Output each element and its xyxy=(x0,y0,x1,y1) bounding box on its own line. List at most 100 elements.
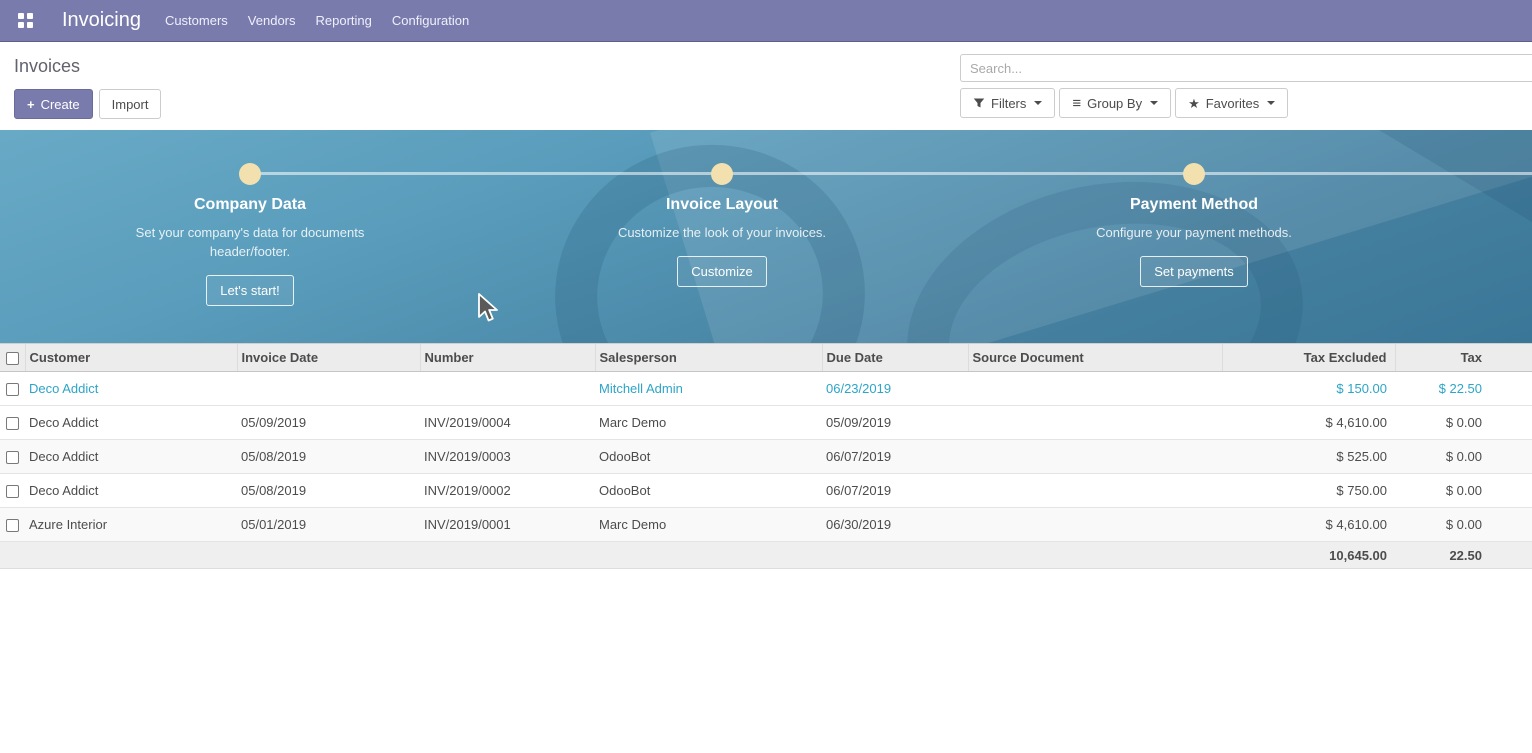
favorites-button-label: Favorites xyxy=(1206,97,1259,110)
cell-invoice-date: 05/01/2019 xyxy=(237,508,420,542)
onboarding-banner: Company Data Set your company's data for… xyxy=(0,130,1532,343)
create-button-label: Create xyxy=(41,98,80,111)
column-header-invoice-date[interactable]: Invoice Date xyxy=(237,344,420,372)
column-header-salesperson[interactable]: Salesperson xyxy=(595,344,822,372)
cell-customer: Deco Addict xyxy=(25,440,237,474)
app-title[interactable]: Invoicing xyxy=(62,9,141,32)
cell-invoice-date xyxy=(237,372,420,406)
table-row[interactable]: Deco Addict 05/08/2019 INV/2019/0003 Odo… xyxy=(0,440,1532,474)
step-title: Invoice Layout xyxy=(562,196,882,214)
top-navbar: Invoicing Customers Vendors Reporting Co… xyxy=(0,0,1532,42)
cell-source-document xyxy=(968,372,1222,406)
cell-salesperson: Mitchell Admin xyxy=(595,372,822,406)
row-checkbox[interactable] xyxy=(6,485,19,498)
create-button[interactable]: + Create xyxy=(14,89,93,119)
cell-due-date: 06/07/2019 xyxy=(822,474,968,508)
column-header-number[interactable]: Number xyxy=(420,344,595,372)
table-row[interactable]: Deco Addict 05/09/2019 INV/2019/0004 Mar… xyxy=(0,406,1532,440)
cell-due-date: 06/30/2019 xyxy=(822,508,968,542)
breadcrumb: Invoices xyxy=(14,56,161,77)
cell-customer: Deco Addict xyxy=(25,372,237,406)
table-header-row: Customer Invoice Date Number Salesperson… xyxy=(0,344,1532,372)
column-header-tax-excluded[interactable]: Tax Excluded xyxy=(1222,344,1395,372)
totals-row: 10,645.00 22.50 xyxy=(0,542,1532,569)
menu-configuration[interactable]: Configuration xyxy=(382,1,479,40)
cell-tax: $ 0.00 xyxy=(1395,406,1532,440)
cell-customer: Deco Addict xyxy=(25,406,237,440)
column-header-customer[interactable]: Customer xyxy=(25,344,237,372)
customize-button[interactable]: Customize xyxy=(677,256,766,287)
cell-tax-excluded: $ 525.00 xyxy=(1222,440,1395,474)
set-payments-button[interactable]: Set payments xyxy=(1140,256,1248,287)
filters-button-label: Filters xyxy=(991,97,1026,110)
onboarding-step-company-data: Company Data Set your company's data for… xyxy=(90,130,410,306)
menu-vendors[interactable]: Vendors xyxy=(238,1,306,40)
cell-tax-excluded: $ 4,610.00 xyxy=(1222,406,1395,440)
plus-icon: + xyxy=(27,98,35,111)
filters-button[interactable]: Filters xyxy=(960,88,1055,118)
group-by-button[interactable]: ≡ Group By xyxy=(1059,88,1171,118)
cell-tax: $ 0.00 xyxy=(1395,440,1532,474)
row-checkbox[interactable] xyxy=(6,451,19,464)
cell-customer: Deco Addict xyxy=(25,474,237,508)
group-by-button-label: Group By xyxy=(1087,97,1142,110)
onboarding-step-payment-method: Payment Method Configure your payment me… xyxy=(1034,130,1354,287)
cell-number: INV/2019/0001 xyxy=(420,508,595,542)
cell-customer: Azure Interior xyxy=(25,508,237,542)
invoice-list-table: Customer Invoice Date Number Salesperson… xyxy=(0,343,1532,569)
select-all-checkbox[interactable] xyxy=(6,352,19,365)
cell-due-date: 05/09/2019 xyxy=(822,406,968,440)
favorites-button[interactable]: ★ Favorites xyxy=(1175,88,1288,118)
step-title: Payment Method xyxy=(1034,196,1354,214)
total-tax-excluded: 10,645.00 xyxy=(1222,542,1395,569)
grid-icon xyxy=(18,13,33,28)
cell-tax: $ 22.50 xyxy=(1395,372,1532,406)
cell-salesperson: OdooBot xyxy=(595,440,822,474)
cell-source-document xyxy=(968,406,1222,440)
search-input[interactable] xyxy=(960,54,1532,82)
filter-icon xyxy=(973,97,985,109)
cell-tax-excluded: $ 750.00 xyxy=(1222,474,1395,508)
row-checkbox[interactable] xyxy=(6,519,19,532)
caret-down-icon xyxy=(1267,101,1275,105)
column-header-source-document[interactable]: Source Document xyxy=(968,344,1222,372)
column-header-due-date[interactable]: Due Date xyxy=(822,344,968,372)
cell-number: INV/2019/0004 xyxy=(420,406,595,440)
column-header-tax[interactable]: Tax xyxy=(1395,344,1532,372)
row-checkbox[interactable] xyxy=(6,383,19,396)
table-row[interactable]: Deco Addict Mitchell Admin 06/23/2019 $ … xyxy=(0,372,1532,406)
cell-due-date: 06/07/2019 xyxy=(822,440,968,474)
table-row[interactable]: Deco Addict 05/08/2019 INV/2019/0002 Odo… xyxy=(0,474,1532,508)
cell-source-document xyxy=(968,474,1222,508)
top-menu: Customers Vendors Reporting Configuratio… xyxy=(155,1,479,40)
cell-number xyxy=(420,372,595,406)
import-button[interactable]: Import xyxy=(99,89,162,119)
cell-invoice-date: 05/08/2019 xyxy=(237,440,420,474)
cell-salesperson: Marc Demo xyxy=(595,508,822,542)
cell-tax: $ 0.00 xyxy=(1395,508,1532,542)
onboarding-step-invoice-layout: Invoice Layout Customize the look of you… xyxy=(562,130,882,287)
step-description: Configure your payment methods. xyxy=(1074,223,1314,242)
cell-source-document xyxy=(968,440,1222,474)
control-panel: Invoices + Create Import Filters ≡ Group… xyxy=(0,42,1532,130)
caret-down-icon xyxy=(1150,101,1158,105)
caret-down-icon xyxy=(1034,101,1042,105)
cell-number: INV/2019/0002 xyxy=(420,474,595,508)
table-row[interactable]: Azure Interior 05/01/2019 INV/2019/0001 … xyxy=(0,508,1532,542)
bars-icon: ≡ xyxy=(1072,96,1081,111)
cell-tax-excluded: $ 150.00 xyxy=(1222,372,1395,406)
cell-source-document xyxy=(968,508,1222,542)
cell-invoice-date: 05/09/2019 xyxy=(237,406,420,440)
row-checkbox[interactable] xyxy=(6,417,19,430)
apps-menu-icon[interactable] xyxy=(10,6,40,36)
star-icon: ★ xyxy=(1188,97,1200,110)
menu-customers[interactable]: Customers xyxy=(155,1,238,40)
cell-tax: $ 0.00 xyxy=(1395,474,1532,508)
menu-reporting[interactable]: Reporting xyxy=(306,1,382,40)
lets-start-button[interactable]: Let's start! xyxy=(206,275,294,306)
cell-due-date: 06/23/2019 xyxy=(822,372,968,406)
cell-invoice-date: 05/08/2019 xyxy=(237,474,420,508)
cell-salesperson: Marc Demo xyxy=(595,406,822,440)
cell-number: INV/2019/0003 xyxy=(420,440,595,474)
cell-salesperson: OdooBot xyxy=(595,474,822,508)
